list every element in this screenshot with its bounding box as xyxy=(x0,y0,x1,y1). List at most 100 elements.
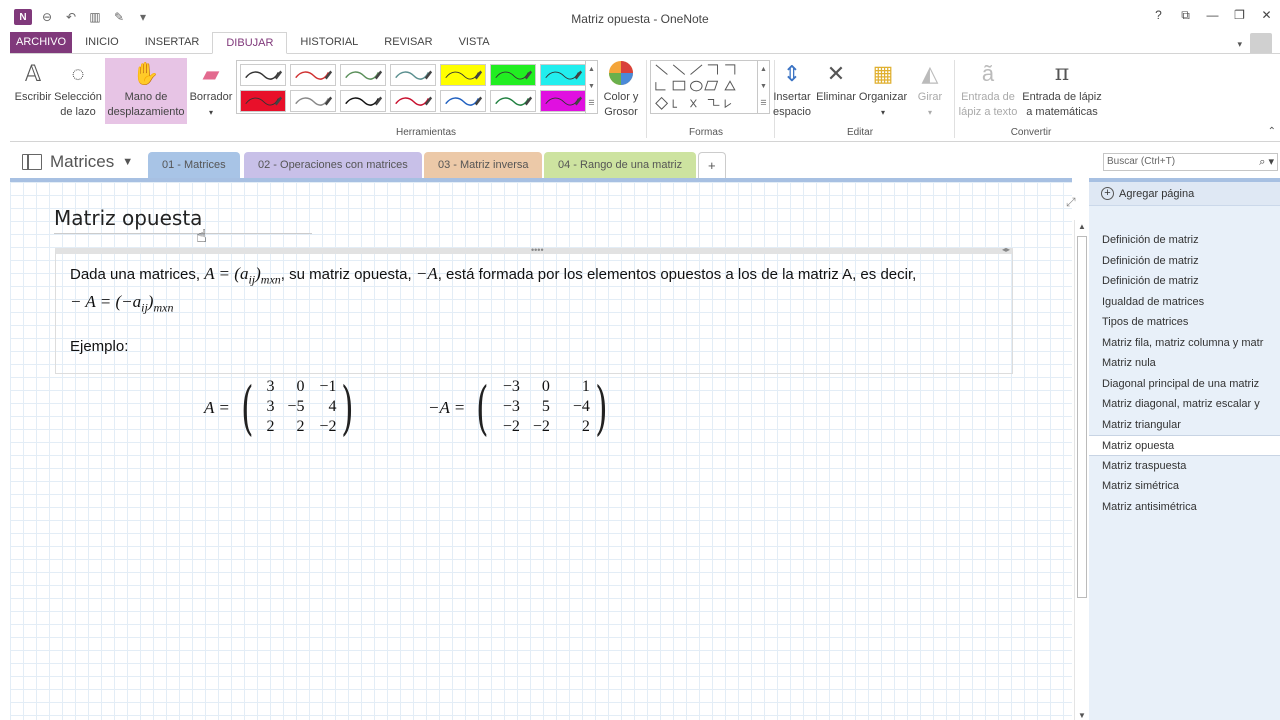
rotate-dropdown-icon[interactable]: ▾ xyxy=(928,108,932,117)
page-list-item[interactable]: Matriz fila, matriz columna y matr xyxy=(1089,333,1280,354)
notebook-selector[interactable]: Matrices ▼ xyxy=(22,152,133,172)
pen-swatch[interactable] xyxy=(240,90,286,112)
page-list-item[interactable]: Definición de matriz xyxy=(1089,271,1280,292)
pen-swatch[interactable] xyxy=(390,64,436,86)
pen-swatch[interactable] xyxy=(490,64,536,86)
arrange-dropdown-icon[interactable]: ▾ xyxy=(881,108,885,117)
tab-archivo[interactable]: ARCHIVO xyxy=(10,32,73,54)
pen-swatch[interactable] xyxy=(290,64,336,86)
panning-hand-button[interactable]: ✋ Mano de desplazamiento xyxy=(105,58,187,124)
hand-cursor-icon: ☝ xyxy=(196,226,207,246)
page-list-item[interactable]: Matriz simétrica xyxy=(1089,476,1280,497)
shapes-gallery-scroll[interactable]: ▲ ▼ ☰ xyxy=(758,60,770,114)
shapes-gallery[interactable] xyxy=(650,60,758,114)
matrix-neg-a[interactable]: −A = ( −3 0 1 −3 5 −4 −2 −2 2 ) xyxy=(428,378,613,438)
pen-swatch[interactable] xyxy=(440,64,486,86)
left-paren: ( xyxy=(240,374,254,442)
delete-button[interactable]: ✕ Eliminar xyxy=(814,60,858,105)
definition-line-2[interactable]: − A = (−aij)mxn xyxy=(70,292,173,315)
scroll-up-icon[interactable]: ▲ xyxy=(1075,222,1089,231)
page-list-item[interactable]: Matriz diagonal, matriz escalar y xyxy=(1089,394,1280,415)
section-tab-01[interactable]: 01 - Matrices xyxy=(148,152,240,179)
eraser-button[interactable]: ▰ Borrador ▾ xyxy=(188,60,234,120)
pen-swatch[interactable] xyxy=(540,64,586,86)
delete-x-icon: ✕ xyxy=(826,61,846,86)
full-page-view-icon[interactable]: ⤢ xyxy=(1066,195,1076,210)
minimize-button[interactable]: — xyxy=(1199,8,1226,23)
notebook-bar: Matrices ▼ 01 - Matrices 02 - Operacione… xyxy=(10,143,1280,179)
search-icon[interactable]: ⌕ ▾ xyxy=(1259,154,1274,170)
escribir-button[interactable]: 𝔸 Escribir xyxy=(12,60,54,105)
section-tab-04[interactable]: 04 - Rango de una matriz xyxy=(544,152,697,179)
pen-swatch[interactable] xyxy=(490,90,536,112)
help-button[interactable]: ? xyxy=(1145,8,1172,23)
pen-swatch[interactable] xyxy=(540,90,586,112)
page-list-item[interactable]: Tipos de matrices xyxy=(1089,312,1280,333)
page-scrollbar[interactable]: ▲ ▼ xyxy=(1074,220,1088,720)
matrix-a[interactable]: A = ( 3 0 −1 3 −5 4 2 2 −2 ) xyxy=(204,378,359,438)
window-title: Matriz opuesta - OneNote xyxy=(571,12,709,26)
page-list-item[interactable]: Definición de matriz xyxy=(1089,230,1280,251)
pen-swatch[interactable] xyxy=(290,90,336,112)
search-input[interactable]: Buscar (Ctrl+T) ⌕ ▾ xyxy=(1103,153,1278,171)
section-tab-02[interactable]: 02 - Operaciones con matrices xyxy=(244,152,422,179)
page-list-item[interactable]: Matriz triangular xyxy=(1089,415,1280,436)
ribbon-separator xyxy=(646,60,647,138)
ribbon-tabs: ARCHIVO INICIO INSERTAR DIBUJAR HISTORIA… xyxy=(10,32,503,54)
ink-to-text-button[interactable]: ã Entrada de lápiz a texto xyxy=(956,60,1020,120)
scroll-down-icon[interactable]: ▼ xyxy=(1075,711,1089,720)
tab-inicio[interactable]: INICIO xyxy=(72,32,132,54)
pen-swatch[interactable] xyxy=(340,64,386,86)
ejemplo-label[interactable]: Ejemplo: xyxy=(70,338,128,355)
page-list-item[interactable]: Matriz nula xyxy=(1089,353,1280,374)
ink-to-math-button[interactable]: π Entrada de lápiz a matemáticas xyxy=(1020,60,1104,120)
page-list-item[interactable]: Matriz antisimétrica xyxy=(1089,497,1280,518)
collapse-ribbon-icon[interactable]: ⌃ xyxy=(1268,126,1276,137)
group-label-convertir: Convertir xyxy=(1010,127,1052,138)
restore-button[interactable]: ❐ xyxy=(1226,8,1253,23)
group-label-formas: Formas xyxy=(689,127,723,138)
page-list-item[interactable]: Diagonal principal de una matriz xyxy=(1089,374,1280,395)
ribbon-display-button[interactable]: ⧉ xyxy=(1172,8,1199,23)
tab-revisar[interactable]: REVISAR xyxy=(371,32,445,54)
pen-swatch[interactable] xyxy=(390,90,436,112)
group-label-editar: Editar xyxy=(846,127,874,138)
page-list-item[interactable]: Igualdad de matrices xyxy=(1089,292,1280,313)
tab-dibujar[interactable]: DIBUJAR xyxy=(212,32,288,54)
add-section-button[interactable]: + xyxy=(698,152,726,179)
definition-line-1[interactable]: Dada una matrices, A = (aij)mxn, su matr… xyxy=(70,264,916,287)
color-thickness-button[interactable]: Color y Grosor xyxy=(598,60,644,120)
note-container[interactable]: •••• ◂▸ Dada una matrices, A = (aij)mxn,… xyxy=(55,245,1013,374)
rotate-button[interactable]: ◭ Girar ▾ xyxy=(910,60,950,120)
pen-gallery-scroll[interactable]: ▲ ▼ ☰ xyxy=(586,60,598,114)
page-title[interactable]: Matriz opuesta xyxy=(54,206,202,230)
tab-insertar[interactable]: INSERTAR xyxy=(132,32,213,54)
eraser-dropdown-icon[interactable]: ▾ xyxy=(209,108,213,117)
page-list-item[interactable]: Matriz opuesta xyxy=(1089,435,1280,456)
container-resize-handle[interactable]: ◂▸ xyxy=(1002,245,1010,254)
page-list-item[interactable]: Matriz traspuesta xyxy=(1089,456,1280,477)
pen-swatch[interactable] xyxy=(440,90,486,112)
right-paren: ) xyxy=(341,374,354,442)
pen-swatch[interactable] xyxy=(340,90,386,112)
container-move-handle[interactable]: •••• xyxy=(531,245,544,255)
arrange-icon: ▦ xyxy=(872,61,894,86)
pen-swatch[interactable] xyxy=(240,64,286,86)
avatar[interactable] xyxy=(1250,33,1272,55)
section-tab-03[interactable]: 03 - Matriz inversa xyxy=(424,152,543,179)
insert-space-icon: ⇕ xyxy=(782,61,802,86)
tab-vista[interactable]: VISTA xyxy=(446,32,503,54)
matrix-a-grid: 3 0 −1 3 −5 4 2 2 −2 xyxy=(266,378,337,435)
close-button[interactable]: ✕ xyxy=(1253,8,1280,23)
page-list-item[interactable]: Definición de matriz xyxy=(1089,251,1280,272)
add-page-button[interactable]: + Agregar página xyxy=(1089,182,1280,206)
account-dropdown-icon[interactable]: ▾ xyxy=(1237,39,1242,50)
scroll-thumb[interactable] xyxy=(1077,236,1087,598)
tab-historial[interactable]: HISTORIAL xyxy=(287,32,371,54)
arrange-button[interactable]: ▦ Organizar ▾ xyxy=(858,60,908,120)
color-wheel-icon xyxy=(598,60,644,88)
left-paren: ( xyxy=(476,374,489,442)
lasso-select-button[interactable]: ◌ Selección de lazo xyxy=(52,60,104,120)
insert-space-button[interactable]: ⇕ Insertar espacio xyxy=(770,60,814,120)
page-canvas[interactable]: Matriz opuesta ⤢ ☝ •••• ◂▸ Dada una matr… xyxy=(10,178,1076,720)
